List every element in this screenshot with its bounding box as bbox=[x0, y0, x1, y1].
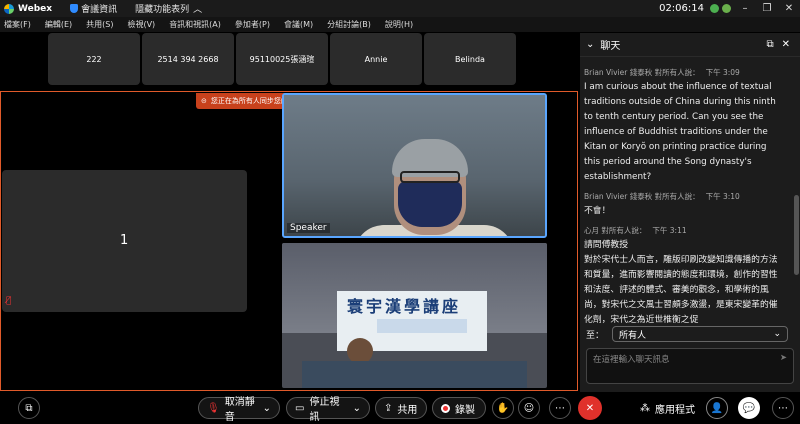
reactions-icon[interactable]: ☺ bbox=[518, 397, 540, 419]
stop-video-button[interactable]: ▭ 停止視訊 ⌄ bbox=[286, 397, 370, 423]
message-text: 不會！ bbox=[584, 206, 611, 216]
recipient-select[interactable]: 所有人 ⌄ bbox=[612, 326, 789, 342]
popout-icon[interactable]: ⧉ bbox=[766, 39, 773, 50]
unmute-label: 取消靜音 bbox=[224, 397, 255, 423]
participants-icon[interactable]: 👤 bbox=[706, 397, 728, 419]
meeting-toolbar: ⧉ 🎙 取消靜音 ⌄ ▭ 停止視訊 ⌄ ⇪ 共用 錄製 ✋ ☺ ⋯ ✕ ⁂ 應用… bbox=[0, 392, 800, 424]
lecture-banner-title: 寰宇漢學講座 bbox=[347, 297, 462, 316]
chevron-up-icon: ︿ bbox=[193, 5, 203, 15]
message-sender: 心月 對所有人說： bbox=[584, 226, 647, 235]
participant-thumbnail-strip: 222 2514 394 2668 95110025張涵瑄 Annie Beli… bbox=[48, 33, 516, 85]
meeting-info-button[interactable]: 會議資訊 bbox=[70, 2, 117, 15]
send-icon[interactable]: ➤ bbox=[780, 353, 787, 363]
record-button[interactable]: 錄製 bbox=[432, 397, 486, 419]
close-icon[interactable]: ✕ bbox=[778, 3, 800, 14]
chat-header: ⌄ 聊天 ⧉ ✕ bbox=[580, 33, 800, 57]
recipient-row: 至： 所有人 ⌄ bbox=[586, 326, 789, 342]
hand-raise-icon[interactable]: ✋ bbox=[492, 397, 514, 419]
leave-meeting-button[interactable]: ✕ bbox=[578, 396, 602, 420]
participant-thumbnail[interactable]: 95110025張涵瑄 bbox=[236, 33, 328, 85]
status-dot-icon bbox=[710, 4, 719, 13]
video-camera-icon: ▭ bbox=[295, 402, 305, 414]
speaker-video[interactable]: Speaker bbox=[282, 93, 547, 238]
restore-icon[interactable]: ❐ bbox=[756, 3, 778, 14]
message-text: I am curious about the influence of text… bbox=[584, 82, 776, 182]
apps-icon: ⁂ bbox=[640, 402, 650, 414]
muted-mic-icon: 🎙̸ bbox=[6, 296, 12, 306]
participant-thumbnail[interactable]: Belinda bbox=[424, 33, 516, 85]
menu-meeting[interactable]: 會議(M) bbox=[284, 19, 313, 30]
record-label: 錄製 bbox=[455, 404, 475, 416]
tile-label: 1 bbox=[120, 233, 129, 248]
minimize-icon[interactable]: – bbox=[734, 3, 756, 14]
chevron-down-icon: ⌄ bbox=[352, 402, 361, 414]
menu-bar: 檔案(F) 編輯(E) 共用(S) 檢視(V) 音訊和視訊(A) 參加者(P) … bbox=[0, 17, 800, 32]
chat-title: 聊天 bbox=[600, 41, 621, 52]
chat-message-list: Brian Vivier 錢泰秋 對所有人說： 下午 3:09 I am curi… bbox=[584, 67, 784, 351]
unmute-button[interactable]: 🎙 取消靜音 ⌄ bbox=[198, 397, 280, 423]
chat-message: Brian Vivier 錢泰秋 對所有人說： 下午 3:10 不會！ bbox=[584, 191, 784, 219]
apps-label: 應用程式 bbox=[655, 404, 695, 416]
title-bar: Webex 會議資訊 隱藏功能表列 ︿ 02:06:14 – ❐ ✕ bbox=[0, 0, 800, 17]
message-text: 請問傅教授 對於宋代士人而言，雕版印刷改變知識傳播的方法和質量，進而影響閱讀的態… bbox=[584, 240, 778, 325]
message-time: 下午 3:09 bbox=[705, 68, 740, 77]
chat-toggle-icon[interactable]: 💬 bbox=[738, 397, 760, 419]
connection-icon[interactable] bbox=[722, 4, 731, 13]
menu-view[interactable]: 檢視(V) bbox=[127, 19, 155, 30]
close-icon[interactable]: ✕ bbox=[782, 39, 790, 50]
menu-share[interactable]: 共用(S) bbox=[86, 19, 113, 30]
mic-off-icon: 🎙 bbox=[207, 402, 220, 414]
participant-thumbnail[interactable]: Annie bbox=[330, 33, 422, 85]
menu-file[interactable]: 檔案(F) bbox=[4, 19, 31, 30]
chevron-down-icon: ⌄ bbox=[262, 402, 271, 414]
message-time: 下午 3:11 bbox=[652, 226, 687, 235]
app-logo: Webex bbox=[4, 3, 53, 14]
meeting-info-label: 會議資訊 bbox=[81, 5, 118, 15]
shield-icon bbox=[70, 4, 79, 13]
app-title: Webex bbox=[18, 3, 53, 14]
menu-edit[interactable]: 編輯(E) bbox=[45, 19, 72, 30]
more-options-icon[interactable]: ⋯ bbox=[549, 397, 571, 419]
info-icon: ⊝ bbox=[201, 97, 207, 105]
apps-button[interactable]: ⁂ 應用程式 bbox=[632, 397, 703, 419]
hide-menu-bar-button[interactable]: 隱藏功能表列 ︿ bbox=[135, 2, 202, 15]
hide-menu-bar-label: 隱藏功能表列 bbox=[135, 5, 190, 15]
chat-scrollbar[interactable] bbox=[794, 195, 799, 275]
recipient-value: 所有人 bbox=[619, 330, 647, 341]
share-button[interactable]: ⇪ 共用 bbox=[375, 397, 427, 419]
chat-panel: ⌄ 聊天 ⧉ ✕ Brian Vivier 錢泰秋 對所有人說： 下午 3:09 … bbox=[580, 33, 800, 392]
share-icon: ⇪ bbox=[384, 402, 393, 414]
chat-message: Brian Vivier 錢泰秋 對所有人說： 下午 3:09 I am curi… bbox=[584, 67, 784, 185]
chevron-down-icon[interactable]: ⌄ bbox=[586, 39, 594, 50]
menu-breakout[interactable]: 分組討論(B) bbox=[327, 19, 371, 30]
message-sender: Brian Vivier 錢泰秋 對所有人說： bbox=[584, 192, 700, 201]
lecture-hall-video[interactable]: 寰宇漢學講座 bbox=[282, 243, 547, 388]
share-label: 共用 bbox=[397, 404, 418, 416]
message-time: 下午 3:10 bbox=[705, 192, 740, 201]
participant-thumbnail[interactable]: 222 bbox=[48, 33, 140, 85]
chat-input-placeholder: 在這裡輸入聊天訊息 bbox=[593, 355, 670, 365]
speaker-name-label: Speaker bbox=[287, 223, 330, 233]
chat-message-input[interactable]: 在這裡輸入聊天訊息 ➤ bbox=[586, 348, 794, 384]
recipient-label: 至： bbox=[586, 330, 605, 341]
chat-message: 心月 對所有人說： 下午 3:11 請問傅教授 對於宋代士人而言，雕版印刷改變知識… bbox=[584, 225, 784, 328]
message-sender: Brian Vivier 錢泰秋 對所有人說： bbox=[584, 68, 700, 77]
layout-icon[interactable]: ⧉ bbox=[18, 397, 40, 419]
menu-help[interactable]: 說明(H) bbox=[385, 19, 413, 30]
menu-participants[interactable]: 參加者(P) bbox=[235, 19, 270, 30]
chevron-down-icon: ⌄ bbox=[773, 329, 782, 339]
more-panels-icon[interactable]: ⋯ bbox=[772, 397, 794, 419]
meeting-timer: 02:06:14 bbox=[659, 3, 704, 14]
record-icon bbox=[441, 403, 450, 413]
participant-video-tile[interactable]: 1 🎙̸ bbox=[2, 170, 247, 312]
stop-video-label: 停止視訊 bbox=[309, 397, 340, 423]
webex-logo-icon bbox=[4, 3, 14, 14]
participant-thumbnail[interactable]: 2514 394 2668 bbox=[142, 33, 234, 85]
menu-audio-video[interactable]: 音訊和視訊(A) bbox=[169, 19, 221, 30]
